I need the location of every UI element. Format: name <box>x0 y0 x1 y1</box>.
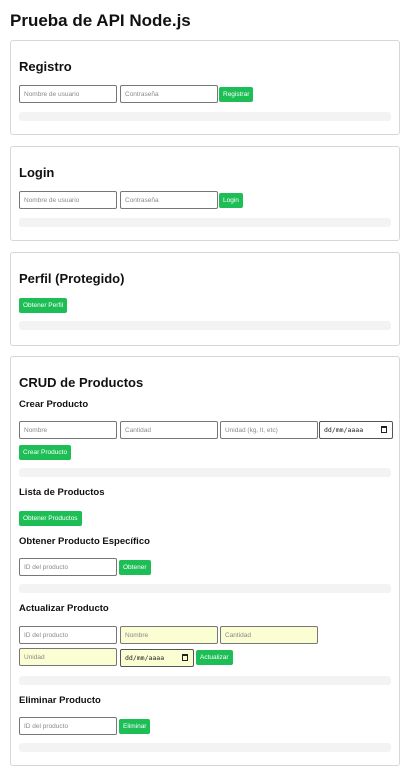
eliminar-button[interactable]: Eliminar <box>119 719 151 734</box>
actualizar-result <box>19 676 391 685</box>
obtener-button[interactable]: Obtener <box>119 560 151 575</box>
lista-productos-title: Lista de Productos <box>19 487 105 498</box>
registro-username-input[interactable] <box>19 85 117 103</box>
crear-cantidad-input[interactable] <box>120 421 218 439</box>
obtener-result <box>19 584 391 593</box>
perfil-result <box>19 321 391 330</box>
obtener-productos-button[interactable]: Obtener Productos <box>19 511 82 526</box>
obtener-id-input[interactable] <box>19 558 117 576</box>
eliminar-producto-title: Eliminar Producto <box>19 695 101 706</box>
eliminar-id-input[interactable] <box>19 717 117 735</box>
actualizar-cantidad-input[interactable] <box>220 626 318 644</box>
login-button[interactable]: Login <box>219 193 243 208</box>
crud-card: CRUD de Productos Crear Producto dd/mm/a… <box>10 356 400 766</box>
login-username-input[interactable] <box>19 191 117 209</box>
obtener-perfil-button[interactable]: Obtener Perfil <box>19 298 68 313</box>
calendar-icon[interactable] <box>381 426 387 433</box>
registro-password-input[interactable] <box>120 85 218 103</box>
perfil-title: Perfil (Protegido) <box>19 271 125 286</box>
calendar-icon[interactable] <box>182 654 188 661</box>
login-title: Login <box>19 165 55 180</box>
crear-fecha-input[interactable]: dd/mm/aaaa <box>319 421 393 439</box>
crear-producto-title: Crear Producto <box>19 399 89 410</box>
crear-unidad-input[interactable] <box>220 421 318 439</box>
actualizar-fecha-placeholder: dd/mm/aaaa <box>125 654 165 662</box>
crear-producto-button[interactable]: Crear Producto <box>19 445 72 460</box>
crear-fecha-placeholder: dd/mm/aaaa <box>324 426 364 434</box>
perfil-card: Perfil (Protegido) Obtener Perfil <box>10 252 400 346</box>
login-card: Login Login <box>10 146 400 241</box>
login-password-input[interactable] <box>120 191 218 209</box>
crud-title: CRUD de Productos <box>19 375 144 390</box>
actualizar-producto-title: Actualizar Producto <box>19 603 109 614</box>
crear-nombre-input[interactable] <box>19 421 117 439</box>
actualizar-button[interactable]: Actualizar <box>196 650 233 665</box>
obtener-producto-title: Obtener Producto Específico <box>19 536 150 547</box>
registro-result <box>19 112 391 121</box>
login-result <box>19 218 391 227</box>
actualizar-id-input[interactable] <box>19 626 117 644</box>
eliminar-result <box>19 743 391 752</box>
actualizar-unidad-input[interactable] <box>19 648 117 666</box>
registro-title: Registro <box>19 59 72 74</box>
registro-card: Registro Registrar <box>10 40 400 135</box>
actualizar-fecha-input[interactable]: dd/mm/aaaa <box>120 649 194 667</box>
registrar-button[interactable]: Registrar <box>219 87 254 102</box>
page-title: Prueba de API Node.js <box>10 11 191 30</box>
actualizar-nombre-input[interactable] <box>120 626 218 644</box>
crear-result <box>19 468 391 477</box>
